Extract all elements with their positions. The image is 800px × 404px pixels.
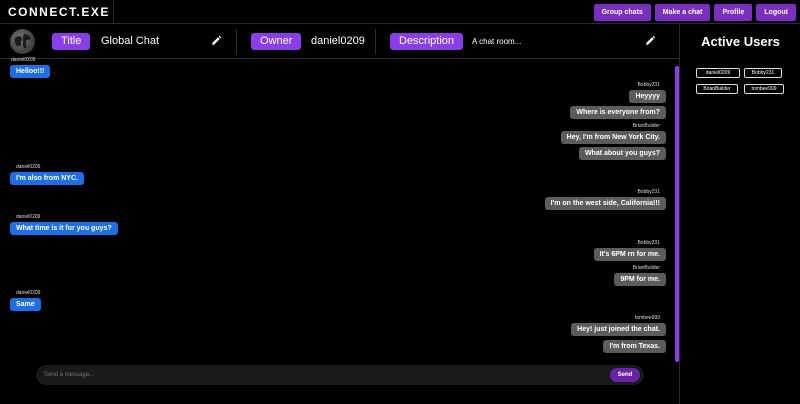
- make-chat-button[interactable]: Make a chat: [654, 4, 711, 21]
- title-tag: Title: [52, 33, 91, 50]
- send-button[interactable]: Send: [610, 368, 640, 382]
- message-list: daniel0209 Helloo!!! Bobby231 Heyyyy Whe…: [0, 57, 672, 404]
- message-bubble: Hey! just joined the chat.: [571, 323, 666, 336]
- globe-icon: [10, 29, 35, 54]
- message-sender: BrianBuilder: [632, 265, 660, 271]
- owner-tag: Owner: [251, 33, 302, 50]
- active-user-chip[interactable]: BrianBuilder: [696, 84, 738, 94]
- active-user-chip[interactable]: Bobby231: [744, 68, 782, 78]
- message-bubble: 9PM for me.: [614, 273, 666, 286]
- logout-button[interactable]: Logout: [756, 4, 796, 21]
- message-bubble: Helloo!!!: [10, 65, 51, 78]
- top-bar: CONNECT.EXE Group chats Make a chat Prof…: [0, 0, 800, 24]
- message-sender: Bobby231: [637, 82, 660, 88]
- active-users-sidebar: Active Users daniel0209 Bobby231 BrianBu…: [679, 24, 800, 404]
- profile-button[interactable]: Profile: [714, 4, 753, 21]
- message-bubble: What time is it for you guys?: [10, 222, 118, 235]
- divider: [375, 29, 376, 54]
- active-user-chip[interactable]: daniel0209: [696, 68, 740, 78]
- message-composer: Send a message... Send: [36, 365, 644, 385]
- message-sender: daniel0209: [16, 164, 41, 170]
- edit-title-pencil-icon[interactable]: [210, 35, 222, 47]
- chat-owner-value: daniel0209: [311, 35, 365, 47]
- message-bubble: What about you guys?: [578, 147, 666, 160]
- message-bubble: It's 6PM rn for me.: [593, 248, 666, 261]
- message-input[interactable]: Send a message...: [44, 365, 604, 385]
- top-nav: Group chats Make a chat Profile Logout: [593, 4, 796, 21]
- edit-description-pencil-icon[interactable]: [644, 35, 656, 47]
- message-sender: BrianBuilder: [632, 123, 660, 129]
- app-title: CONNECT.EXE: [0, 0, 114, 24]
- message-bubble: Where is everyone from?: [570, 106, 666, 119]
- message-sender: daniel0209: [16, 214, 41, 220]
- chat-description-value: A chat room...: [472, 37, 522, 46]
- message-sender: daniel0209: [11, 57, 36, 63]
- active-user-chip[interactable]: tombee999: [744, 84, 784, 94]
- message-bubble: I'm on the west side, California!!!: [544, 197, 666, 210]
- message-sender: daniel0209: [16, 290, 41, 296]
- message-bubble: Hey, I'm from New York City.: [560, 131, 666, 144]
- chat-title-value: Global Chat: [101, 35, 160, 47]
- sidebar-title: Active Users: [701, 34, 780, 49]
- description-tag: Description: [390, 33, 464, 50]
- divider: [236, 29, 237, 54]
- chat-info-bar: Title Global Chat Owner daniel0209 Descr…: [0, 24, 679, 59]
- message-sender: tombee999: [634, 315, 660, 321]
- message-sender: Bobby231: [637, 240, 660, 246]
- message-bubble: Same: [10, 298, 41, 311]
- message-bubble: I'm from Texas.: [603, 340, 666, 353]
- message-sender: Bobby231: [637, 189, 660, 195]
- message-bubble: I'm also from NYC.: [10, 172, 84, 185]
- group-chats-button[interactable]: Group chats: [593, 4, 651, 21]
- message-bubble: Heyyyy: [629, 90, 666, 103]
